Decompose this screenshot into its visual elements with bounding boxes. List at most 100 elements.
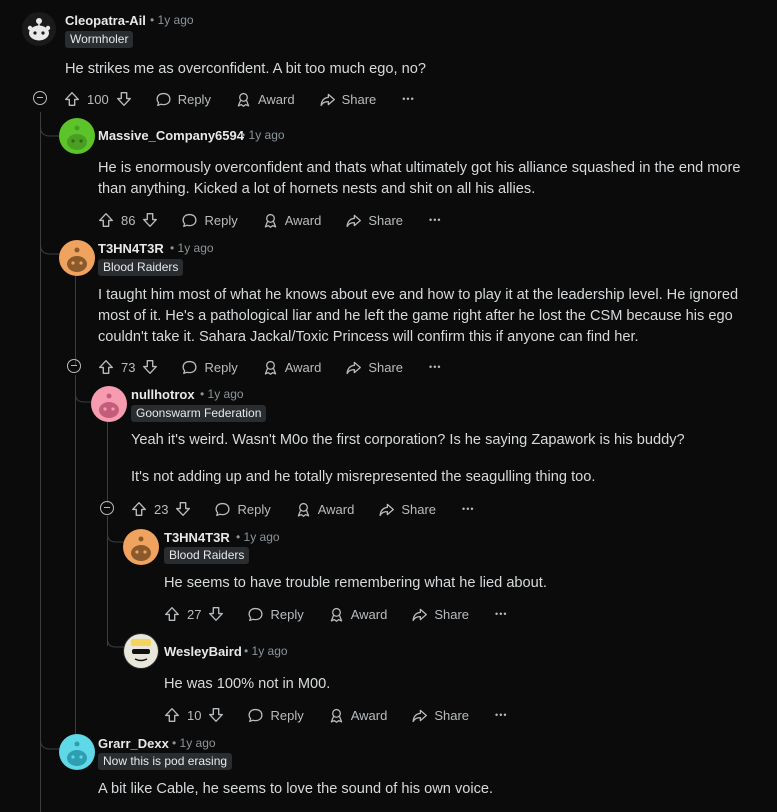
avatar[interactable]	[59, 118, 95, 154]
comment-age[interactable]: 1y ago	[178, 241, 214, 255]
share-button-label: Share	[368, 212, 404, 228]
comment-age[interactable]: 1y ago	[252, 644, 288, 658]
comment-body: He strikes me as overconfident. A bit to…	[65, 59, 765, 80]
avatar[interactable]	[123, 529, 159, 565]
downvote-icon[interactable]	[141, 211, 159, 229]
share-button[interactable]: Share	[345, 359, 403, 376]
reply-button[interactable]: Reply	[181, 359, 238, 376]
more-icon[interactable]: •••	[429, 362, 441, 372]
collapse-icon[interactable]	[100, 501, 114, 515]
award-button-label: Award	[317, 501, 355, 517]
downvote-icon[interactable]	[174, 500, 192, 518]
snoo-avatar-icon	[131, 536, 151, 561]
downvote-icon[interactable]	[141, 358, 159, 376]
share-button-label: Share	[434, 606, 470, 622]
vote-count: 86	[121, 212, 136, 228]
downvote-icon[interactable]	[207, 605, 225, 623]
award-button-label: Award	[257, 91, 295, 107]
upvote-icon[interactable]	[63, 90, 81, 108]
award-icon	[262, 359, 279, 376]
award-button[interactable]: Award	[328, 606, 388, 623]
award-button[interactable]: Award	[235, 91, 295, 108]
reply-button[interactable]: Reply	[247, 707, 304, 724]
comment-age[interactable]: 1y ago	[180, 736, 216, 750]
comment-meta: • 1y ago	[170, 241, 214, 255]
more-icon[interactable]: •••	[462, 504, 474, 514]
award-button[interactable]: Award	[295, 501, 355, 518]
reply-button[interactable]: Reply	[155, 91, 211, 108]
separator-dot: •	[241, 128, 246, 142]
award-button-label: Award	[284, 212, 322, 228]
upvote-icon[interactable]	[97, 211, 115, 229]
reply-button[interactable]: Reply	[247, 606, 304, 623]
upvote-icon[interactable]	[163, 605, 181, 623]
award-button[interactable]: Award	[328, 707, 387, 724]
comment-username[interactable]: Massive_Company6594	[98, 128, 244, 143]
comment-age[interactable]: 1y ago	[244, 530, 280, 544]
thread-line[interactable]	[107, 421, 108, 503]
comment-username[interactable]: WesleyBaird	[164, 644, 242, 659]
comment-username[interactable]: Grarr_Dexx	[98, 736, 169, 751]
vote-count: 23	[154, 501, 169, 517]
share-button[interactable]: Share	[378, 501, 436, 518]
comment-username[interactable]: Cleopatra-Ail	[65, 13, 146, 28]
avatar[interactable]	[22, 12, 56, 46]
share-button[interactable]: Share	[319, 91, 376, 108]
comment-body: He was 100% not in M00.	[164, 674, 764, 695]
award-button[interactable]: Award	[262, 359, 322, 376]
reply-icon	[155, 91, 172, 108]
vote-count: 27	[187, 606, 202, 622]
more-icon[interactable]: •••	[402, 94, 414, 104]
comment-paragraph: He was 100% not in M00.	[164, 676, 331, 692]
share-button-label: Share	[434, 707, 470, 723]
more-icon[interactable]: •••	[429, 215, 441, 225]
award-button-label: Award	[350, 606, 388, 622]
comment-age[interactable]: 1y ago	[208, 387, 244, 401]
share-icon	[411, 707, 428, 724]
share-button[interactable]: Share	[345, 212, 403, 229]
upvote-icon[interactable]	[163, 706, 181, 724]
comment-actions: 73 Reply Award Share •••	[97, 356, 442, 378]
reply-button[interactable]: Reply	[181, 212, 238, 229]
reply-icon	[181, 212, 198, 229]
award-icon	[328, 606, 345, 623]
avatar[interactable]	[59, 734, 95, 770]
comment-age[interactable]: 1y ago	[249, 128, 285, 142]
avatar[interactable]	[91, 386, 127, 422]
comment-actions: 10 Reply Award Share •••	[163, 704, 508, 726]
comment-username[interactable]: T3HN4T3R	[98, 241, 164, 256]
comment-age[interactable]: 1y ago	[158, 13, 194, 27]
snoo-avatar-icon	[67, 247, 87, 272]
upvote-icon[interactable]	[97, 358, 115, 376]
comment-actions: 100 Reply Award Share •••	[63, 88, 415, 110]
share-button[interactable]: Share	[411, 707, 469, 724]
collapse-icon[interactable]	[33, 91, 47, 105]
thread-line[interactable]	[75, 276, 76, 366]
comment-username[interactable]: nullhotrox	[131, 387, 195, 402]
downvote-icon[interactable]	[115, 90, 133, 108]
reply-button-label: Reply	[177, 91, 211, 107]
award-button[interactable]: Award	[262, 212, 322, 229]
thread-line[interactable]	[75, 375, 76, 745]
share-button[interactable]: Share	[411, 606, 469, 623]
user-flair: Now this is pod erasing	[98, 753, 233, 770]
comment-body: He is enormously overconfident and thats…	[98, 158, 772, 200]
user-flair: Goonswarm Federation	[131, 405, 267, 422]
vote-count: 73	[121, 359, 136, 375]
avatar[interactable]	[59, 240, 95, 276]
separator-dot: •	[244, 644, 249, 658]
separator-dot: •	[172, 736, 177, 750]
collapse-icon[interactable]	[67, 359, 81, 373]
avatar[interactable]	[123, 633, 159, 669]
reply-button-label: Reply	[270, 707, 304, 723]
downvote-icon[interactable]	[207, 706, 225, 724]
award-icon	[262, 212, 279, 229]
snoo-avatar-icon	[27, 18, 51, 41]
thread-line[interactable]	[40, 112, 41, 812]
reply-button[interactable]: Reply	[214, 501, 271, 518]
more-icon[interactable]: •••	[495, 609, 507, 619]
upvote-icon[interactable]	[130, 500, 148, 518]
comment-username[interactable]: T3HN4T3R	[164, 530, 230, 545]
award-button-label: Award	[284, 359, 322, 375]
more-icon[interactable]: •••	[495, 710, 507, 720]
